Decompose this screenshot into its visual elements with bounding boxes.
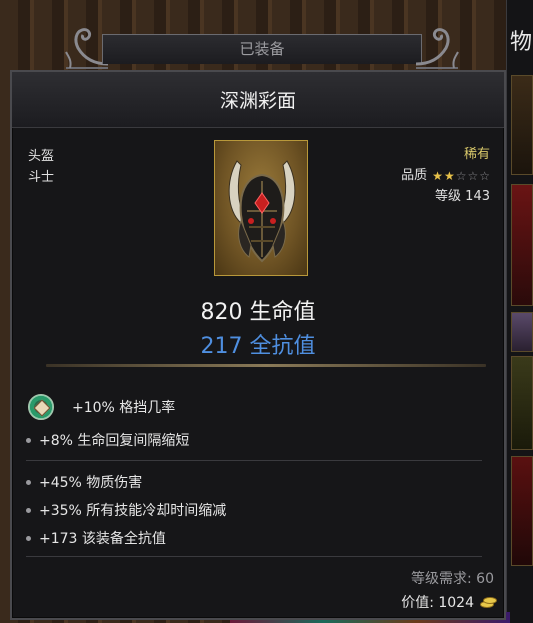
- star-empty-icon: ☆: [467, 168, 479, 183]
- equipped-tab-label: 已装备: [239, 40, 285, 58]
- inventory-panel-title: 物: [510, 30, 533, 55]
- quality-label: 品质: [401, 168, 428, 183]
- affix-line: +45% 物质伤害: [26, 472, 142, 492]
- star-empty-icon: ☆: [479, 168, 490, 183]
- item-type-info: 头盔 斗士: [28, 146, 54, 188]
- affix-divider: [26, 556, 482, 557]
- bullet-icon: [26, 479, 31, 485]
- gem-icon: [28, 394, 54, 420]
- item-level: 等级 143: [435, 189, 490, 204]
- gem-effect: +10% 格挡几率: [72, 400, 176, 416]
- inventory-slot[interactable]: [511, 184, 533, 306]
- affix-text: +8% 生命回复间隔缩短: [39, 433, 190, 449]
- item-price: 价值: 1024: [401, 592, 497, 612]
- item-class: 斗士: [28, 170, 55, 185]
- affix-text: +45% 物质伤害: [39, 475, 143, 491]
- socketed-gem: +10% 格挡几率: [28, 394, 175, 420]
- item-name: 深渊彩面: [219, 90, 296, 112]
- bullet-icon: [26, 507, 31, 513]
- item-slot: 头盔: [28, 149, 55, 164]
- affix-line: +8% 生命回复间隔缩短: [26, 430, 189, 450]
- equipped-header: 已装备: [64, 22, 460, 72]
- quality-stars: ★ ★ ☆ ☆ ☆: [432, 170, 490, 182]
- section-divider: [46, 364, 486, 367]
- item-rarity-info: 稀有 品质 ★ ★ ☆ ☆ ☆ 等级 143: [401, 144, 490, 207]
- inventory-slot[interactable]: [511, 356, 533, 450]
- primary-stat: 820 生命值: [200, 300, 316, 325]
- item-title-bar: 深渊彩面: [12, 72, 504, 128]
- secondary-stat: 217 全抗值: [200, 334, 316, 359]
- affix-text: +173 该装备全抗值: [39, 531, 166, 547]
- star-filled-icon: ★: [443, 168, 455, 183]
- item-tooltip: 深渊彩面 头盔 斗士 稀有 品质 ★ ★ ☆ ☆ ☆ 等级 143 820 生命…: [10, 70, 506, 620]
- item-quality: 品质 ★ ★ ☆ ☆ ☆: [401, 165, 490, 186]
- bullet-icon: [26, 535, 31, 541]
- inventory-slot[interactable]: [511, 75, 533, 175]
- star-empty-icon: ☆: [455, 168, 467, 183]
- price-text: 价值: 1024: [401, 595, 474, 611]
- ornament-icon: [415, 28, 459, 69]
- affix-divider: [26, 460, 482, 461]
- inventory-slot[interactable]: [511, 312, 533, 352]
- affix-text: +35% 所有技能冷却时间缩减: [39, 503, 227, 519]
- affix-line: +35% 所有技能冷却时间缩减: [26, 500, 226, 520]
- bullet-icon: [26, 437, 31, 443]
- helmet-icon: [228, 160, 296, 263]
- item-rarity: 稀有: [463, 147, 490, 162]
- star-filled-icon: ★: [432, 168, 443, 183]
- inventory-slot[interactable]: [511, 456, 533, 566]
- affix-line: +173 该装备全抗值: [26, 528, 166, 548]
- level-requirement: 等级需求: 60: [411, 571, 494, 587]
- gold-coins-icon: [480, 597, 497, 608]
- item-image-frame: [214, 140, 308, 276]
